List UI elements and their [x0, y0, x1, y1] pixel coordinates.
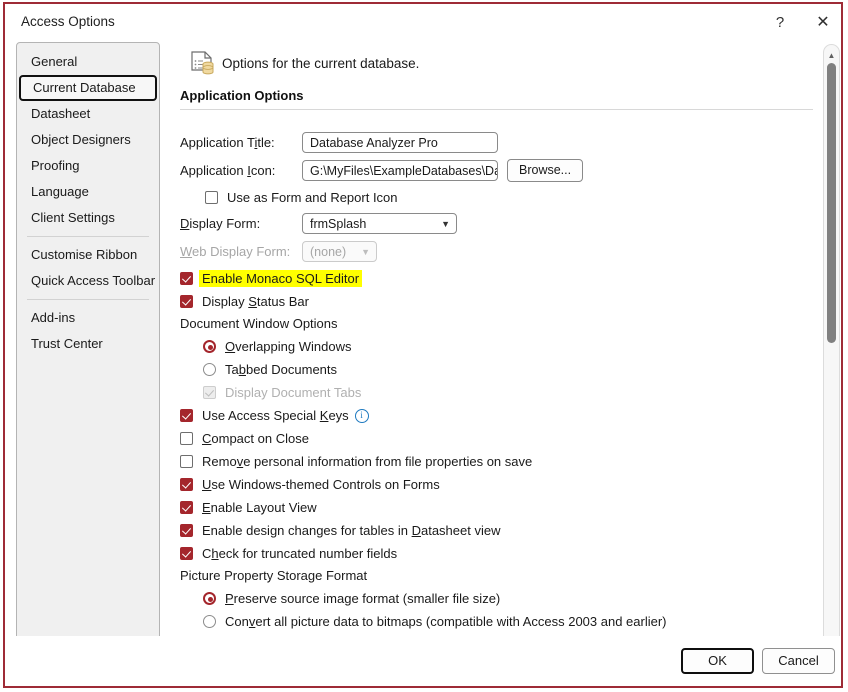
application-title-input[interactable]: Database Analyzer Pro — [302, 132, 498, 153]
display-status-bar-row[interactable]: Display Status Bar — [180, 290, 820, 313]
title-bar: Access Options ? ✕ — [5, 4, 841, 40]
sidebar-item-general[interactable]: General — [17, 49, 159, 75]
sidebar-item-language[interactable]: Language — [17, 179, 159, 205]
use-access-special-keys-checkbox[interactable] — [180, 409, 193, 422]
enable-monaco-sql-editor-row[interactable]: Enable Monaco SQL Editor — [180, 267, 820, 290]
pane-header-text: Options for the current database. — [222, 56, 420, 71]
display-document-tabs-row: Display Document Tabs — [203, 381, 820, 404]
sidebar-item-proofing[interactable]: Proofing — [17, 153, 159, 179]
compact-on-close-row[interactable]: Compact on Close — [180, 427, 820, 450]
close-icon[interactable]: ✕ — [803, 8, 843, 36]
section-divider — [180, 109, 813, 110]
convert-to-bitmaps-row[interactable]: Convert all picture data to bitmaps (com… — [203, 610, 820, 633]
web-display-form-value: (none) — [310, 245, 347, 259]
sidebar-item-current-database[interactable]: Current Database — [19, 75, 157, 101]
sidebar-item-trust-center[interactable]: Trust Center — [17, 331, 159, 357]
database-document-icon — [188, 50, 218, 83]
application-title-row: Application Title: Database Analyzer Pro — [180, 130, 820, 155]
check-truncated-number-fields-label: Check for truncated number fields — [202, 546, 398, 561]
windows-themed-controls-checkbox[interactable] — [180, 478, 193, 491]
web-display-form-row: Web Display Form: (none) ▼ — [180, 239, 820, 264]
tabbed-documents-radio[interactable] — [203, 363, 216, 376]
options-category-list: General Current Database Datasheet Objec… — [16, 42, 160, 654]
web-display-form-combobox: (none) ▼ — [302, 241, 377, 262]
enable-monaco-sql-editor-label: Enable Monaco SQL Editor — [199, 270, 363, 287]
sidebar-divider — [27, 236, 149, 237]
scroll-up-icon[interactable]: ▲ — [824, 47, 839, 63]
enable-layout-view-checkbox[interactable] — [180, 501, 193, 514]
compact-on-close-checkbox[interactable] — [180, 432, 193, 445]
preserve-source-image-format-row[interactable]: Preserve source image format (smaller fi… — [203, 587, 820, 610]
display-form-label: Display Form: — [180, 216, 261, 231]
display-form-row: Display Form: frmSplash ▼ — [180, 211, 820, 236]
display-status-bar-checkbox[interactable] — [180, 295, 193, 308]
cancel-button[interactable]: Cancel — [762, 648, 835, 674]
overlapping-windows-radio[interactable] — [203, 340, 216, 353]
browse-button[interactable]: Browse... — [507, 159, 584, 182]
display-form-combobox[interactable]: frmSplash ▼ — [302, 213, 457, 234]
remove-personal-information-label: Remove personal information from file pr… — [202, 454, 533, 469]
info-icon[interactable]: i — [354, 408, 369, 423]
remove-personal-information-checkbox[interactable] — [180, 455, 193, 468]
check-truncated-number-fields-checkbox[interactable] — [180, 547, 193, 560]
display-form-value: frmSplash — [310, 217, 367, 231]
use-as-form-and-report-icon-row[interactable]: Use as Form and Report Icon — [205, 186, 820, 209]
tabbed-documents-label: Tabbed Documents — [225, 362, 338, 377]
windows-themed-controls-row[interactable]: Use Windows-themed Controls on Forms — [180, 473, 820, 496]
sidebar-divider — [27, 299, 149, 300]
application-icon-input[interactable]: G:\MyFiles\ExampleDatabases\Data — [302, 160, 498, 181]
remove-personal-information-row[interactable]: Remove personal information from file pr… — [180, 450, 820, 473]
sidebar-item-datasheet[interactable]: Datasheet — [17, 101, 159, 127]
convert-to-bitmaps-label: Convert all picture data to bitmaps (com… — [225, 614, 667, 629]
options-content-pane: Options for the current database. Applic… — [180, 44, 820, 656]
preserve-source-image-format-label: Preserve source image format (smaller fi… — [225, 591, 501, 606]
enable-design-changes-row[interactable]: Enable design changes for tables in Data… — [180, 519, 820, 542]
chevron-down-icon: ▼ — [361, 247, 370, 257]
application-title-label: Application Title: — [180, 135, 275, 150]
windows-themed-controls-label: Use Windows-themed Controls on Forms — [202, 477, 440, 492]
section-title-application-options: Application Options — [180, 88, 304, 103]
display-status-bar-label: Display Status Bar — [202, 294, 309, 309]
enable-design-changes-checkbox[interactable] — [180, 524, 193, 537]
use-as-form-icon-label: Use as Form and Report Icon — [227, 190, 398, 205]
use-as-form-icon-checkbox[interactable] — [205, 191, 218, 204]
options-scrollbar[interactable]: ▲ ▼ — [823, 44, 840, 654]
display-document-tabs-label: Display Document Tabs — [225, 385, 362, 400]
preserve-source-image-format-radio[interactable] — [203, 592, 216, 605]
use-access-special-keys-row[interactable]: Use Access Special Keys i — [180, 404, 820, 427]
access-options-dialog: Access Options ? ✕ General Current Datab… — [3, 2, 843, 688]
ok-button[interactable]: OK — [681, 648, 754, 674]
enable-design-changes-label: Enable design changes for tables in Data… — [202, 523, 501, 538]
picture-property-storage-format-label: Picture Property Storage Format — [180, 568, 368, 583]
application-options-section: Application Options Application Title: D… — [180, 88, 820, 633]
pane-header: Options for the current database. — [180, 44, 820, 88]
application-icon-row: Application Icon: G:\MyFiles\ExampleData… — [180, 158, 820, 183]
document-window-options-label: Document Window Options — [180, 316, 338, 331]
sidebar-item-quick-access-toolbar[interactable]: Quick Access Toolbar — [17, 268, 159, 294]
sidebar-item-object-designers[interactable]: Object Designers — [17, 127, 159, 153]
sidebar-item-add-ins[interactable]: Add-ins — [17, 305, 159, 331]
dialog-footer: OK Cancel — [5, 636, 841, 686]
tabbed-documents-row[interactable]: Tabbed Documents — [203, 358, 820, 381]
use-access-special-keys-label: Use Access Special Keys — [202, 408, 349, 423]
chevron-down-icon: ▼ — [441, 219, 450, 229]
check-truncated-number-fields-row[interactable]: Check for truncated number fields — [180, 542, 820, 565]
help-icon[interactable]: ? — [760, 8, 800, 36]
sidebar-item-client-settings[interactable]: Client Settings — [17, 205, 159, 231]
enable-monaco-sql-editor-checkbox[interactable] — [180, 272, 193, 285]
enable-layout-view-label: Enable Layout View — [202, 500, 317, 515]
web-display-form-label: Web Display Form: — [180, 244, 291, 259]
overlapping-windows-label: Overlapping Windows — [225, 339, 352, 354]
display-document-tabs-checkbox — [203, 386, 216, 399]
enable-layout-view-row[interactable]: Enable Layout View — [180, 496, 820, 519]
application-icon-label: Application Icon: — [180, 163, 276, 178]
window-title: Access Options — [21, 14, 115, 29]
overlapping-windows-row[interactable]: Overlapping Windows — [203, 335, 820, 358]
sidebar-item-customise-ribbon[interactable]: Customise Ribbon — [17, 242, 159, 268]
scrollbar-thumb[interactable] — [827, 63, 836, 343]
convert-to-bitmaps-radio[interactable] — [203, 615, 216, 628]
compact-on-close-label: Compact on Close — [202, 431, 309, 446]
